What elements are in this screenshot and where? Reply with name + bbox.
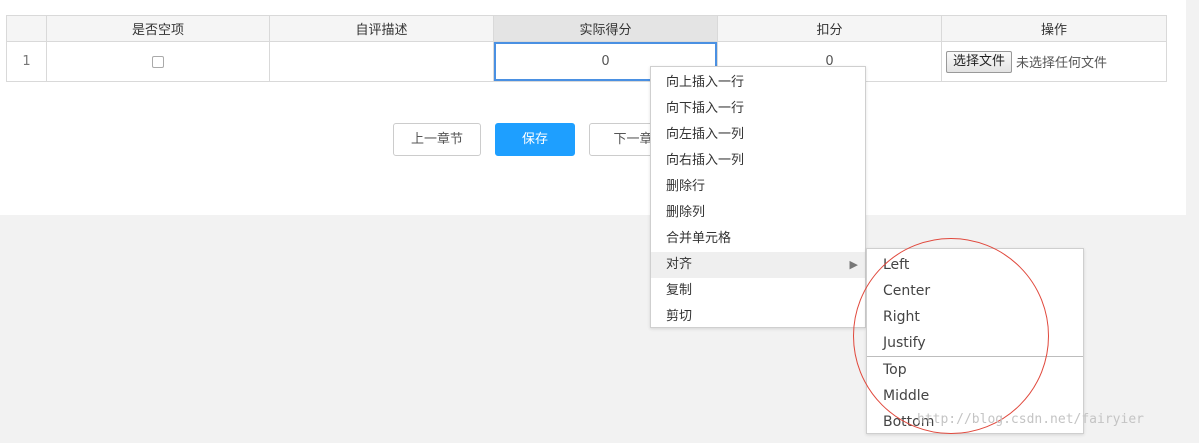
menu-item-merge-cells[interactable]: 合并单元格 (651, 226, 865, 252)
context-menu: 向上插入一行 向下插入一行 向左插入一列 向右插入一列 删除行 删除列 合并单元… (650, 66, 866, 328)
page-scrollbar[interactable] (1186, 0, 1199, 443)
align-justify[interactable]: Justify (867, 330, 1083, 356)
align-center[interactable]: Center (867, 278, 1083, 304)
menu-item-delete-col[interactable]: 删除列 (651, 200, 865, 226)
is-empty-cell (46, 41, 270, 82)
save-button[interactable]: 保存 (495, 123, 575, 156)
menu-item-insert-col-right[interactable]: 向右插入一列 (651, 148, 865, 174)
header-self-description[interactable]: 自评描述 (269, 15, 494, 42)
menu-item-insert-col-left[interactable]: 向左插入一列 (651, 122, 865, 148)
is-empty-checkbox[interactable] (152, 55, 164, 68)
header-actual-score[interactable]: 实际得分 (493, 15, 718, 42)
align-middle[interactable]: Middle (867, 383, 1083, 409)
menu-item-copy[interactable]: 复制 (651, 278, 865, 304)
menu-item-cut[interactable]: 剪切 (651, 304, 865, 330)
menu-item-delete-row[interactable]: 删除行 (651, 174, 865, 200)
align-bottom[interactable]: Bottom (867, 409, 1083, 435)
menu-item-insert-row-below[interactable]: 向下插入一行 (651, 96, 865, 122)
align-top[interactable]: Top (867, 357, 1083, 383)
table-row: 1 0 0 选择文件 未选择任何文件 (6, 41, 1167, 82)
menu-item-align-label: 对齐 (666, 257, 693, 272)
align-submenu: Left Center Right Justify Top Middle Bot… (866, 248, 1084, 434)
score-table: 是否空项 自评描述 实际得分 扣分 操作 1 0 0 选择文件 未选择任何文件 (6, 15, 1167, 82)
align-right[interactable]: Right (867, 304, 1083, 330)
choose-file-button[interactable]: 选择文件 (946, 50, 1013, 73)
table-header-row: 是否空项 自评描述 实际得分 扣分 操作 (6, 15, 1167, 42)
header-is-empty[interactable]: 是否空项 (46, 15, 270, 42)
header-operation[interactable]: 操作 (941, 15, 1167, 42)
header-corner (6, 15, 47, 42)
menu-item-align[interactable]: 对齐 ▶ (651, 252, 865, 278)
menu-item-insert-row-above[interactable]: 向上插入一行 (651, 70, 865, 96)
submenu-arrow-icon: ▶ (849, 258, 858, 271)
row-number: 1 (6, 41, 47, 82)
header-deduction[interactable]: 扣分 (717, 15, 942, 42)
description-cell[interactable] (269, 41, 494, 82)
file-status-text: 未选择任何文件 (1016, 56, 1108, 71)
align-left[interactable]: Left (867, 252, 1083, 278)
content-panel: 是否空项 自评描述 实际得分 扣分 操作 1 0 0 选择文件 未选择任何文件 上… (0, 0, 1186, 215)
operation-cell: 选择文件 未选择任何文件 (941, 41, 1167, 82)
prev-section-button[interactable]: 上一章节 (393, 123, 481, 156)
